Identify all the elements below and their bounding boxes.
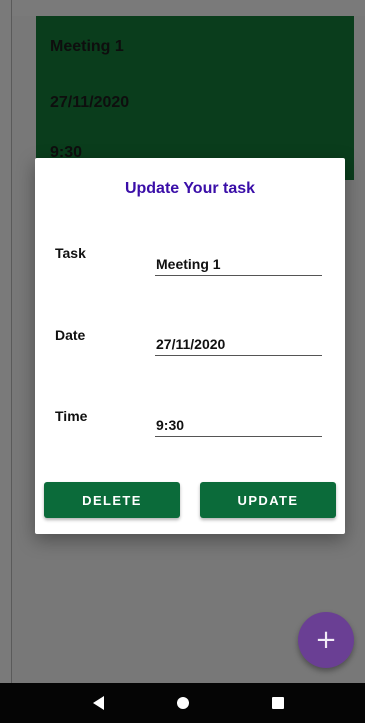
back-triangle-icon[interactable] bbox=[93, 696, 104, 710]
time-field-label: Time bbox=[55, 408, 88, 424]
date-field-label: Date bbox=[55, 327, 86, 343]
dialog-title: Update Your task bbox=[124, 180, 256, 197]
delete-button[interactable]: DELETE bbox=[44, 482, 180, 518]
task-field-label: Task bbox=[55, 245, 86, 261]
recents-square-icon[interactable] bbox=[272, 697, 284, 709]
phone-screen: Meeting 1 27/11/2020 9:30 Update Your ta… bbox=[0, 0, 365, 723]
home-circle-icon[interactable] bbox=[177, 697, 189, 709]
navigation-bar bbox=[0, 683, 365, 723]
task-card-title: Meeting 1 bbox=[50, 38, 124, 55]
add-task-fab[interactable]: + bbox=[298, 612, 354, 668]
time-input[interactable] bbox=[155, 414, 322, 437]
plus-icon: + bbox=[315, 625, 337, 655]
update-task-dialog: Update Your task Task Date Time DELETE U… bbox=[35, 158, 345, 534]
status-bar bbox=[12, 0, 365, 16]
task-card[interactable]: Meeting 1 27/11/2020 9:30 bbox=[36, 16, 354, 180]
update-button[interactable]: UPDATE bbox=[200, 482, 336, 518]
task-input[interactable] bbox=[155, 253, 322, 276]
date-input[interactable] bbox=[155, 333, 322, 356]
task-card-date: 27/11/2020 bbox=[50, 94, 130, 111]
